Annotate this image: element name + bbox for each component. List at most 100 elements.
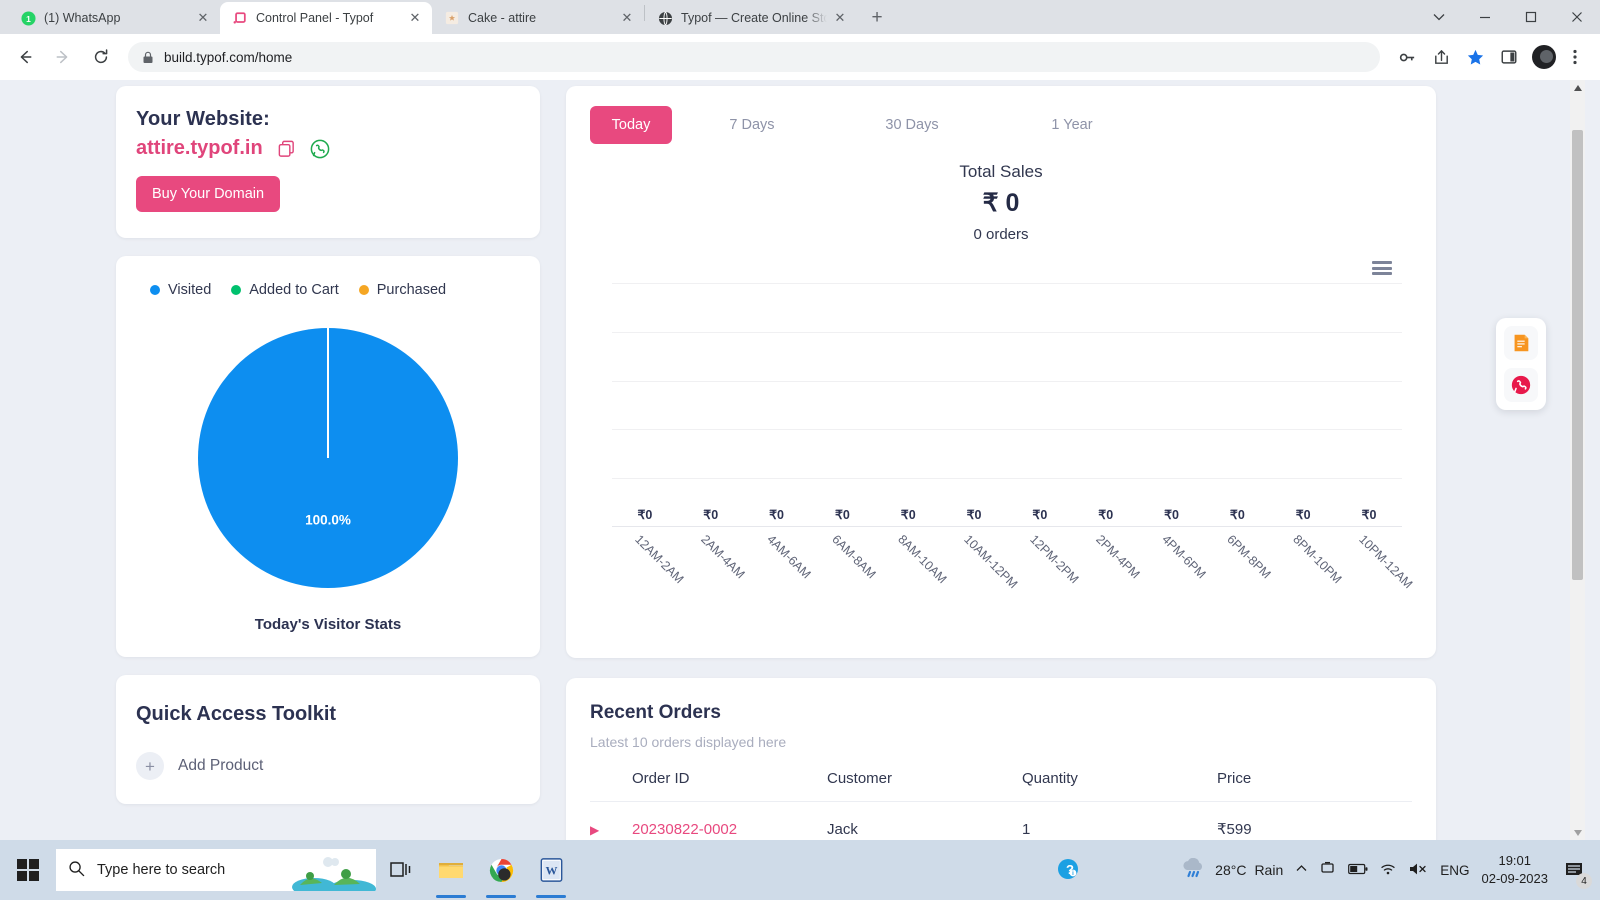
clock-date: 02-09-2023 — [1481, 871, 1549, 886]
share-icon[interactable] — [1426, 42, 1456, 72]
file-explorer-icon[interactable] — [426, 840, 476, 900]
page-scrollbar[interactable] — [1570, 80, 1585, 840]
task-view-icon[interactable] — [376, 840, 426, 900]
whatsapp-support-icon[interactable] — [1504, 368, 1538, 402]
clock-time: 19:01 — [1498, 853, 1532, 869]
sales-summary: Total Sales ₹ 0 0 orders — [590, 162, 1412, 243]
range-tabs: Today 7 Days 30 Days 1 Year — [590, 106, 1412, 144]
volume-muted-icon[interactable] — [1409, 862, 1428, 879]
notes-icon[interactable] — [1504, 326, 1538, 360]
kebab-menu-icon[interactable] — [1560, 42, 1590, 72]
chart-category-label: 10PM-12AM — [1356, 532, 1416, 592]
chart-data-labels: ₹0 ₹0 ₹0 ₹0 ₹0 ₹0 ₹0 ₹0 ₹0 ₹0 ₹0 ₹0 — [612, 507, 1402, 522]
clock[interactable]: 19:01 02-09-2023 — [1482, 852, 1549, 887]
svg-text:W: W — [545, 864, 557, 878]
chart-gridline — [612, 478, 1402, 480]
scroll-up-arrow-icon[interactable] — [1570, 80, 1585, 95]
quick-access-item-label: Add Product — [178, 757, 264, 774]
windows-start-icon[interactable] — [0, 840, 56, 900]
onedrive-icon[interactable] — [1320, 861, 1336, 879]
pie-slice-visited[interactable]: 100.0% — [198, 328, 458, 588]
search-input[interactable]: Type here to search — [56, 849, 376, 891]
scrollbar-thumb[interactable] — [1572, 130, 1583, 580]
system-tray: ? i 28°C Rain ENG 19:01 02-09-2023 4 — [1057, 852, 1600, 889]
chart-data-label: ₹0 — [703, 508, 719, 522]
window-controls — [1416, 0, 1600, 34]
chart-data-label: ₹0 — [1032, 508, 1048, 522]
battery-icon[interactable] — [1348, 863, 1368, 878]
scroll-down-arrow-icon[interactable] — [1570, 825, 1585, 840]
notification-center-icon[interactable]: 4 — [1560, 853, 1592, 889]
chart-data-label: ₹0 — [1098, 508, 1114, 522]
address-bar[interactable]: build.typof.com/home — [128, 42, 1380, 72]
whatsapp-badge-icon: 1 — [20, 10, 36, 26]
quick-access-toolkit-card: Quick Access Toolkit + Add Product — [116, 675, 540, 804]
tab-search-button[interactable] — [1416, 0, 1462, 34]
minimize-button[interactable] — [1462, 0, 1508, 34]
chart-data-label: ₹0 — [834, 508, 850, 522]
chart-category-label: 4PM-6PM — [1158, 532, 1209, 582]
tab-control-panel[interactable]: Control Panel - Typof ✕ — [220, 2, 432, 34]
svg-text:1: 1 — [26, 13, 31, 23]
tab-strip: 1 (1) WhatsApp ✕ Control Panel - Typof ✕… — [0, 0, 1600, 34]
quick-access-item-add-product[interactable]: + Add Product — [136, 752, 520, 780]
range-tab-today[interactable]: Today — [590, 106, 672, 144]
tab-close-button[interactable]: ✕ — [831, 9, 849, 27]
table-row[interactable]: ▶ 20230822-0002 Jack 1 ₹599 — [590, 802, 1412, 841]
key-icon[interactable] — [1392, 42, 1422, 72]
order-quantity: 1 — [1022, 820, 1031, 838]
word-icon[interactable]: W — [526, 840, 576, 900]
search-icon — [68, 860, 85, 881]
tab-whatsapp[interactable]: 1 (1) WhatsApp ✕ — [8, 2, 220, 34]
tab-close-button[interactable]: ✕ — [406, 9, 424, 27]
chart-category-label: 2PM-4PM — [1092, 532, 1143, 582]
help-icon[interactable]: ? i — [1057, 858, 1079, 883]
weather-widget[interactable]: 28°C Rain — [1181, 857, 1283, 883]
chart-data-label: ₹0 — [769, 508, 785, 522]
range-tab-7-days[interactable]: 7 Days — [672, 106, 832, 144]
side-panel-icon[interactable] — [1494, 42, 1524, 72]
forward-arrow-icon[interactable] — [48, 42, 78, 72]
sales-chart: ₹0 ₹0 ₹0 ₹0 ₹0 ₹0 ₹0 ₹0 ₹0 ₹0 ₹0 ₹0 12AM-2AM 2AM-4AM… — [590, 255, 1415, 595]
language-indicator[interactable]: ENG — [1440, 863, 1469, 878]
expand-row-caret-icon[interactable]: ▶ — [590, 823, 599, 837]
chrome-icon[interactable] — [476, 840, 526, 900]
website-card: Your Website: attire.typof.in Buy Your D… — [116, 86, 540, 238]
range-tab-1-year[interactable]: 1 Year — [992, 106, 1152, 144]
bookmark-star-icon[interactable] — [1460, 42, 1490, 72]
dashboard-page: Your Website: attire.typof.in Buy Your D… — [0, 80, 1585, 840]
recent-orders-title: Recent Orders — [590, 702, 721, 723]
recent-orders-card: Recent Orders Latest 10 orders displayed… — [566, 678, 1436, 840]
range-tab-30-days[interactable]: 30 Days — [832, 106, 992, 144]
buy-your-domain-button[interactable]: Buy Your Domain — [136, 176, 281, 212]
pie-chart-title: Today's Visitor Stats — [254, 616, 402, 633]
legend-item-visited: Visited — [150, 282, 211, 298]
reload-icon[interactable] — [86, 42, 116, 72]
table-cell: Jack — [827, 802, 1022, 841]
tab-close-button[interactable]: ✕ — [194, 9, 212, 27]
profile-avatar[interactable] — [1532, 45, 1556, 69]
th-order-id: Order ID — [632, 764, 827, 802]
new-tab-button[interactable]: + — [863, 4, 891, 32]
chart-plot-area: ₹0 ₹0 ₹0 ₹0 ₹0 ₹0 ₹0 ₹0 ₹0 ₹0 ₹0 ₹0 — [612, 283, 1402, 527]
maximize-button[interactable] — [1508, 0, 1554, 34]
orders-table-header-row: Order ID Customer Quantity Price — [590, 764, 1412, 802]
chart-category-label: 10AM-12PM — [961, 532, 1021, 592]
order-id-link[interactable]: 20230822-0002 — [632, 821, 737, 838]
chart-data-label: ₹0 — [637, 508, 653, 522]
legend-label: Added to Cart — [249, 282, 339, 298]
chart-category-label: 12PM-2PM — [1027, 532, 1082, 587]
copy-icon[interactable] — [277, 139, 296, 158]
hamburger-menu-icon[interactable] — [1372, 261, 1392, 275]
back-arrow-icon[interactable] — [10, 42, 40, 72]
pie-legend: Visited Added to Cart Purchased — [136, 282, 520, 298]
close-button[interactable] — [1554, 0, 1600, 34]
tab-cake-attire[interactable]: Cake - attire ✕ — [432, 2, 644, 34]
domain-name[interactable]: attire.typof.in — [136, 137, 263, 160]
tab-close-button[interactable]: ✕ — [618, 9, 636, 27]
legend-item-added-to-cart: Added to Cart — [231, 282, 339, 298]
chevron-up-icon[interactable] — [1295, 862, 1308, 878]
tab-typof-store[interactable]: Typof — Create Online Store - D ✕ — [645, 2, 857, 34]
wifi-icon[interactable] — [1380, 862, 1397, 879]
whatsapp-icon[interactable] — [310, 139, 330, 159]
